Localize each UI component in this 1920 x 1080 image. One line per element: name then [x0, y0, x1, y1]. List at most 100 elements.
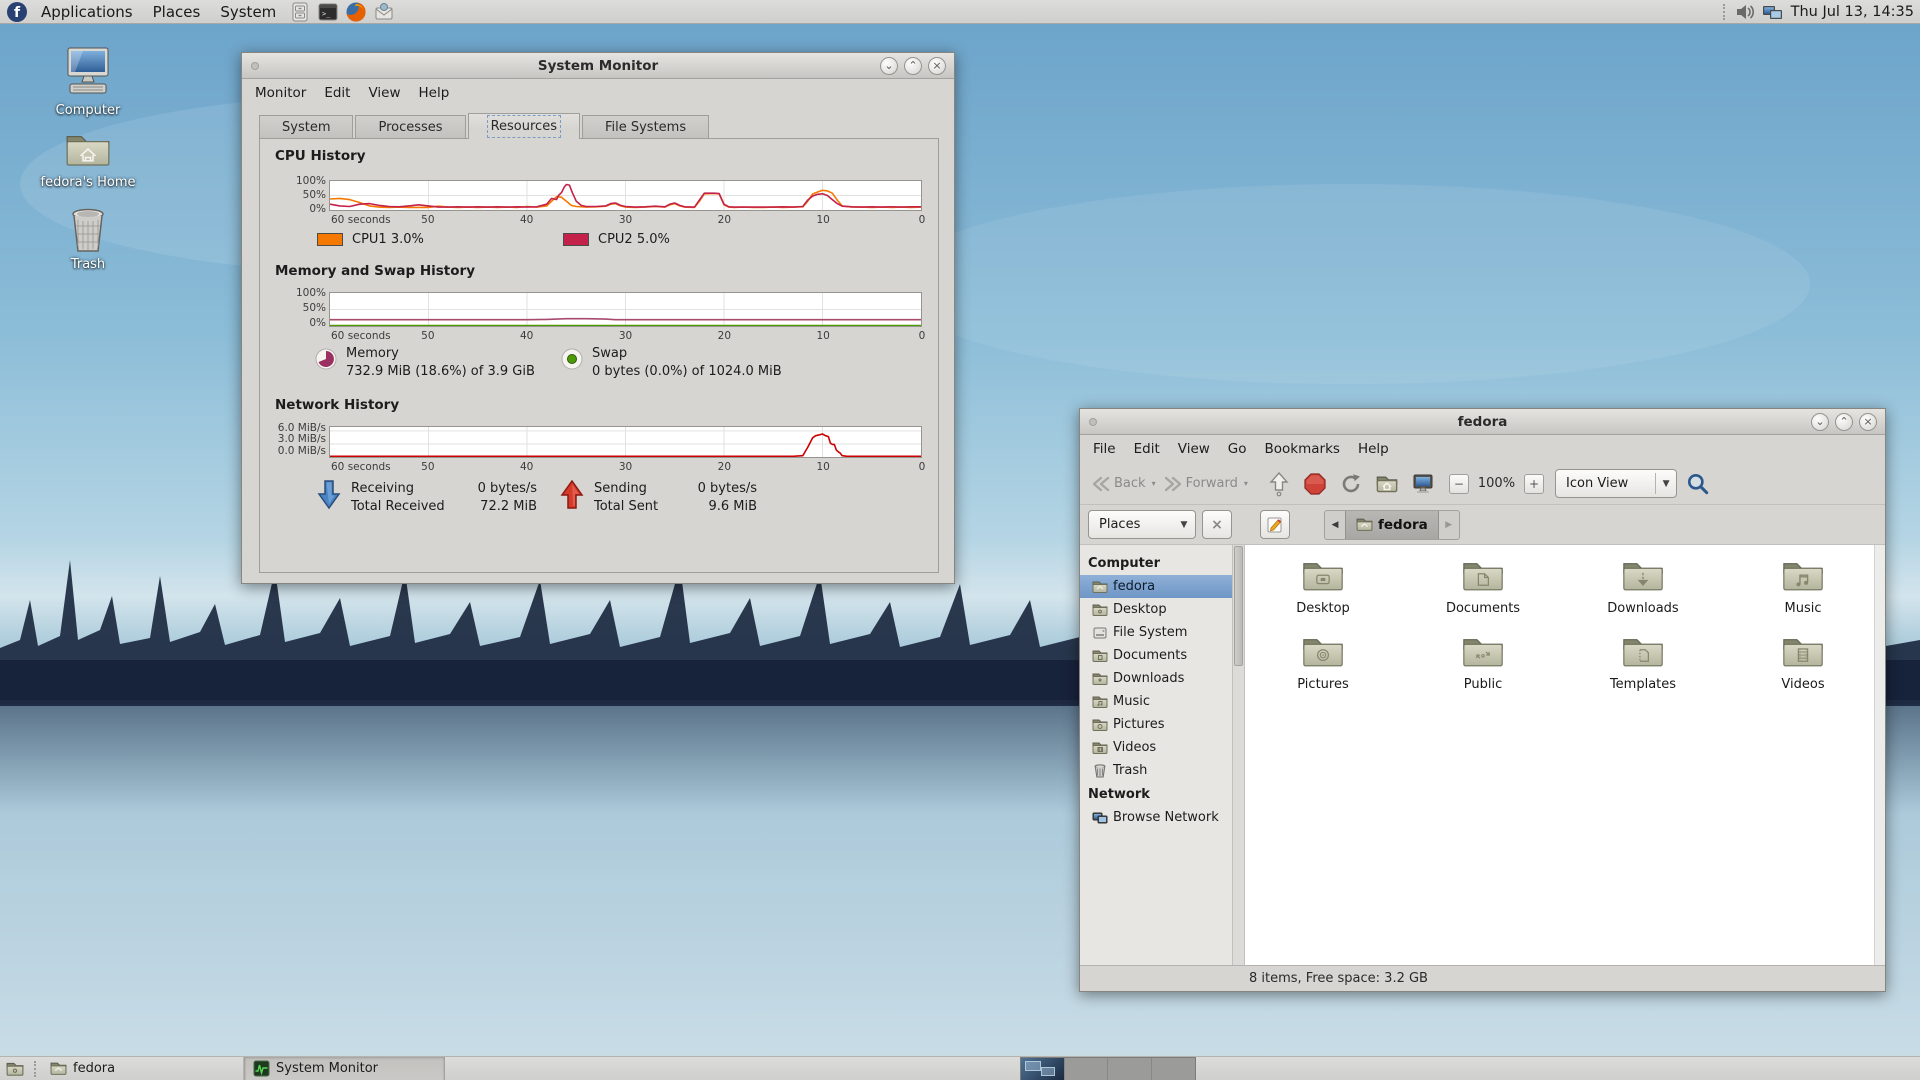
- menu-applications[interactable]: Applications: [31, 0, 143, 24]
- menu-help[interactable]: Help: [1349, 437, 1398, 461]
- back-button[interactable]: Back ▾: [1088, 473, 1160, 495]
- folder-icon: [1092, 648, 1108, 664]
- zoom-out-button[interactable]: −: [1448, 473, 1469, 494]
- cpu-history-chart: [329, 180, 922, 211]
- sidebar-item-pictures[interactable]: Pictures: [1080, 713, 1232, 736]
- desktop-icon-trash[interactable]: Trash: [33, 208, 143, 272]
- close-sidebar-button[interactable]: ×: [1202, 510, 1232, 539]
- computer-button[interactable]: [1410, 471, 1436, 497]
- zoom-in-button[interactable]: +: [1524, 473, 1545, 494]
- filemgr-file-area[interactable]: Desktop Documents Downloads Music Pictur…: [1245, 545, 1885, 965]
- workspace-3[interactable]: [1108, 1058, 1152, 1080]
- file-manager-launcher-icon[interactable]: [289, 1, 311, 23]
- folder-downloads[interactable]: Downloads: [1568, 557, 1718, 616]
- sidebar-item-trash[interactable]: Trash: [1080, 759, 1232, 782]
- sysmon-titlebar[interactable]: System Monitor ⌄ ⌃ ×: [242, 53, 954, 79]
- maximize-button[interactable]: ⌃: [1835, 412, 1853, 431]
- terminal-launcher-icon[interactable]: >_: [317, 1, 339, 23]
- show-desktop-button[interactable]: [2, 1057, 28, 1080]
- places-select[interactable]: Places ▼: [1088, 510, 1196, 539]
- edit-location-button[interactable]: [1260, 510, 1290, 539]
- volume-icon[interactable]: [1734, 1, 1756, 23]
- menu-edit[interactable]: Edit: [1125, 437, 1169, 461]
- menu-system[interactable]: System: [210, 0, 286, 24]
- workspace-1[interactable]: [1021, 1058, 1065, 1080]
- sidebar-item-videos[interactable]: Videos: [1080, 736, 1232, 759]
- tab-file-systems[interactable]: File Systems: [581, 115, 710, 139]
- svg-text:>_: >_: [322, 10, 331, 18]
- folder-templates[interactable]: Templates: [1568, 633, 1718, 692]
- folder-videos[interactable]: Videos: [1728, 633, 1878, 692]
- total-sent-label: Total Sent: [594, 499, 659, 514]
- menu-file[interactable]: File: [1084, 437, 1125, 461]
- fedora-logo-icon[interactable]: f: [6, 1, 28, 23]
- view-mode-select[interactable]: Icon View ▼: [1555, 469, 1678, 498]
- mail-launcher-icon[interactable]: [373, 1, 395, 23]
- folder-desktop[interactable]: Desktop: [1248, 557, 1398, 616]
- close-button[interactable]: ×: [1859, 412, 1877, 431]
- clock[interactable]: Thu Jul 13, 14:35: [1787, 4, 1920, 20]
- minimize-button[interactable]: ⌄: [1811, 412, 1829, 431]
- sidebar-header-network: Network: [1088, 787, 1150, 802]
- home-button[interactable]: [1374, 471, 1400, 497]
- menu-view[interactable]: View: [359, 81, 409, 105]
- sidebar-item-music[interactable]: Music: [1080, 690, 1232, 713]
- minimize-button[interactable]: ⌄: [880, 56, 898, 75]
- total-received-label: Total Received: [351, 499, 445, 514]
- sidebar-item-browse-network[interactable]: Browse Network: [1080, 806, 1232, 829]
- stop-button[interactable]: [1302, 471, 1328, 497]
- taskbar-button-fedora[interactable]: fedora: [42, 1057, 243, 1080]
- breadcrumb-left-arrow[interactable]: ◀: [1325, 511, 1345, 539]
- firefox-launcher-icon[interactable]: [345, 1, 367, 23]
- menu-bookmarks[interactable]: Bookmarks: [1256, 437, 1349, 461]
- sidebar-item-downloads[interactable]: Downloads: [1080, 667, 1232, 690]
- folder-music[interactable]: Music: [1728, 557, 1878, 616]
- menu-edit[interactable]: Edit: [315, 81, 359, 105]
- taskbar-button-system-monitor[interactable]: System Monitor: [244, 1056, 445, 1080]
- breadcrumb-fedora[interactable]: fedora: [1345, 510, 1439, 539]
- desktop-icon-computer[interactable]: Computer: [33, 46, 143, 118]
- folder-icon: [1356, 516, 1373, 533]
- workspace-4[interactable]: [1151, 1058, 1195, 1080]
- file-area-scrollbar[interactable]: [1874, 545, 1885, 965]
- close-button[interactable]: ×: [928, 56, 946, 75]
- network-status-icon[interactable]: [1762, 1, 1784, 23]
- forward-dropdown-caret[interactable]: ▾: [1244, 479, 1248, 488]
- computer-icon: [67, 47, 109, 94]
- sidebar-item-file-system[interactable]: File System: [1080, 621, 1232, 644]
- filemgr-titlebar[interactable]: fedora ⌄ ⌃ ×: [1080, 409, 1885, 435]
- folder-documents[interactable]: Documents: [1408, 557, 1558, 616]
- breadcrumb-right-arrow[interactable]: ▶: [1439, 511, 1459, 539]
- filemgr-sidebar: Computer fedora Desktop File System Docu…: [1080, 545, 1233, 965]
- up-button[interactable]: [1266, 471, 1292, 497]
- desktop-icon-home[interactable]: fedora's Home: [33, 128, 143, 190]
- back-icon: [1092, 476, 1110, 491]
- filemgr-location-bar: Places ▼ × ◀ fedora ▶: [1080, 505, 1885, 545]
- sidebar-item-documents[interactable]: Documents: [1080, 644, 1232, 667]
- forward-icon: [1164, 476, 1181, 491]
- menu-go[interactable]: Go: [1219, 437, 1256, 461]
- workspace-2[interactable]: [1064, 1058, 1108, 1080]
- sidebar-item-fedora[interactable]: fedora: [1080, 575, 1232, 598]
- forward-button[interactable]: Forward ▾: [1160, 473, 1252, 495]
- folder-public[interactable]: Public: [1408, 633, 1558, 692]
- maximize-button[interactable]: ⌃: [904, 56, 922, 75]
- menu-view[interactable]: View: [1169, 437, 1219, 461]
- folder-pictures[interactable]: Pictures: [1248, 633, 1398, 692]
- sidebar-scrollbar[interactable]: [1233, 545, 1245, 965]
- search-button[interactable]: [1685, 471, 1711, 497]
- reload-button[interactable]: [1338, 471, 1364, 497]
- sidebar-item-desktop[interactable]: Desktop: [1080, 598, 1232, 621]
- tab-system[interactable]: System: [259, 115, 354, 139]
- menu-places[interactable]: Places: [143, 0, 211, 24]
- taskbar-grip[interactable]: [34, 1060, 38, 1077]
- menu-help[interactable]: Help: [410, 81, 459, 105]
- menu-monitor[interactable]: Monitor: [246, 81, 315, 105]
- tab-processes[interactable]: Processes: [355, 115, 466, 139]
- back-dropdown-caret[interactable]: ▾: [1152, 479, 1156, 488]
- mem-xticks: 60 seconds 50 40 30 20 10 0: [331, 330, 926, 342]
- sending-value: 0 bytes/s: [697, 481, 757, 496]
- panel-grip[interactable]: [1722, 3, 1727, 20]
- window-system-monitor: System Monitor ⌄ ⌃ × Monitor Edit View H…: [241, 52, 955, 584]
- tab-resources[interactable]: Resources: [467, 113, 580, 139]
